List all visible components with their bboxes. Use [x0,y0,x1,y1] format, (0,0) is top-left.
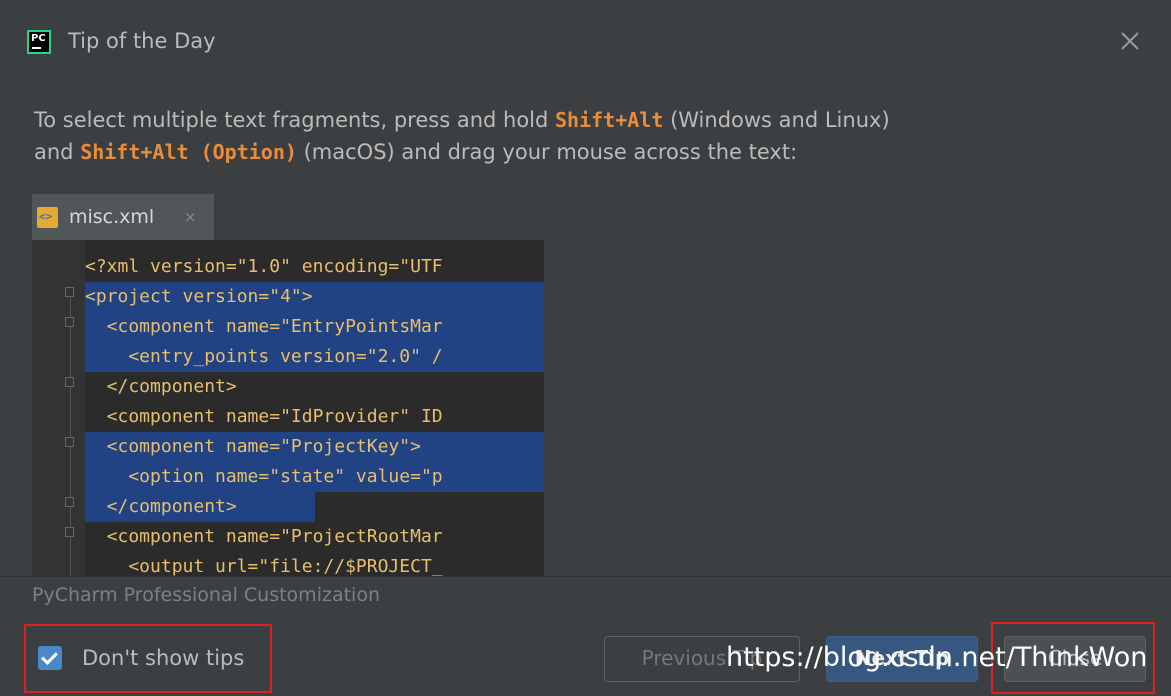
code-line: <output url="file://$PROJECT_ [85,556,443,576]
divider [0,576,1171,577]
code-line-selected: <component name="ProjectKey"> [85,432,544,462]
checkbox-label[interactable]: Don't show tips [82,646,244,670]
previous-tip-button[interactable]: Previous Tip [604,636,800,682]
code-line: <component name="IdProvider" ID [85,406,443,427]
tip-text-part: (macOS) and drag your mouse across the t… [296,140,798,164]
close-button[interactable]: Close [1004,636,1146,682]
xml-file-icon [37,207,58,228]
tip-text-part: and [34,140,81,164]
shortcut-key: Shift+Alt [555,108,664,132]
checkbox-checked-icon[interactable] [38,646,62,670]
code-line-selected: <option name="state" value="p [85,462,544,492]
dont-show-tips-checkbox[interactable]: Don't show tips [24,624,272,693]
code-line: <component name="ProjectRootMar [85,526,443,547]
fold-marker-icon [65,287,74,297]
fold-marker-icon [65,497,74,507]
code-line-selected: <project version="4"> [85,282,544,312]
fold-marker-icon [65,527,74,537]
title-bar: PC Tip of the Day [0,0,1171,88]
editor-tab-bar: misc.xml × [32,194,544,240]
code-line-selected: <entry_points version="2.0" / [85,342,544,372]
code-line: </component> [85,376,237,397]
fold-marker-icon [65,437,74,447]
tip-text-part: To select multiple text fragments, press… [34,108,556,132]
editor-tab-label: misc.xml [69,206,155,228]
next-tip-button[interactable]: Next Tip [826,636,978,682]
fold-marker-icon [65,377,74,387]
code-line: <?xml version="1.0" encoding="UTF [85,256,443,277]
editor-tab-misc-xml: misc.xml × [32,194,214,240]
dialog-title: Tip of the Day [68,29,216,53]
fold-marker-icon [65,317,74,327]
tip-description: To select multiple text fragments, press… [34,104,1144,168]
customization-label: PyCharm Professional Customization [32,584,380,606]
close-icon[interactable] [1115,26,1145,56]
code-line-selected: <component name="EntryPointsMar [85,312,544,342]
pycharm-logo-icon: PC [27,30,51,54]
tab-close-icon: × [184,208,197,226]
shortcut-key: Shift+Alt (Option) [80,140,297,164]
editor-preview: misc.xml × <?xml version="1.0" encoding=… [32,194,544,576]
editor-gutter [32,240,85,576]
code-line-selected: </component> [85,492,315,522]
tip-text-part: (Windows and Linux) [663,108,890,132]
